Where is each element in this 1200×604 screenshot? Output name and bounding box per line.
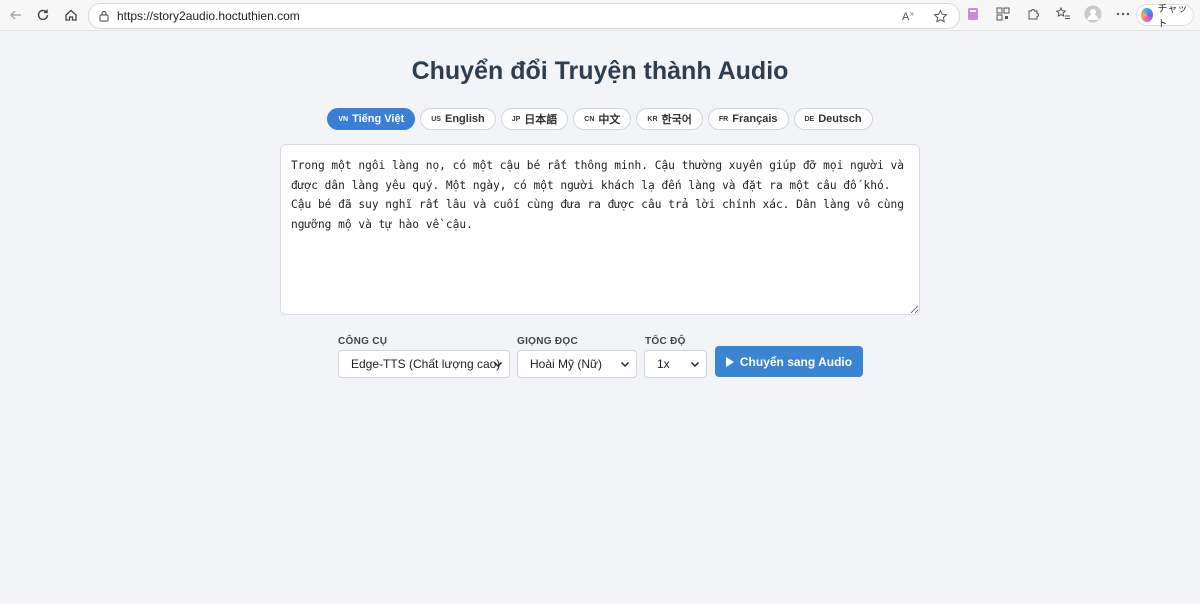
speed-label: TỐC ĐỘ <box>645 336 686 347</box>
lang-label: Français <box>732 113 778 125</box>
favorites-list-icon[interactable] <box>1054 5 1072 23</box>
flag-de-icon: DE <box>804 115 815 123</box>
convert-to-audio-button[interactable]: Chuyển sang Audio <box>715 346 863 377</box>
extension-book-icon[interactable] <box>964 5 982 23</box>
page-title: Chuyển đổi Truyện thành Audio <box>411 57 789 85</box>
flag-vn-icon: VN <box>338 115 349 123</box>
lang-button-zh[interactable]: CN 中文 <box>573 108 632 130</box>
lang-button-de[interactable]: DE Deutsch <box>793 108 873 130</box>
lock-icon[interactable] <box>97 9 111 23</box>
lang-label: Tiếng Việt <box>352 113 405 125</box>
chevron-down-icon <box>690 361 700 368</box>
svg-text:»: » <box>910 11 914 18</box>
copilot-chat-button[interactable]: チャット <box>1136 4 1194 30</box>
url-text[interactable]: https://story2audio.hoctuthien.com <box>117 9 300 23</box>
lang-label: 日本語 <box>524 114 558 126</box>
lang-label: 한국어 <box>661 114 692 126</box>
svg-text:A: A <box>902 11 910 23</box>
flag-cn-icon: CN <box>584 115 595 123</box>
chevron-down-icon <box>620 361 630 368</box>
copilot-icon <box>1141 8 1154 22</box>
lang-button-vi[interactable]: VN Tiếng Việt <box>327 108 416 130</box>
voice-select-value: Hoài Mỹ (Nữ) <box>530 357 603 371</box>
tool-select[interactable]: Edge-TTS (Chất lượng cao) <box>338 350 510 378</box>
lang-button-ja[interactable]: JP 日本語 <box>500 108 569 130</box>
refresh-icon[interactable] <box>32 4 54 26</box>
qr-code-icon[interactable] <box>994 5 1012 23</box>
voice-label: GIỌNG ĐỌC <box>517 336 579 347</box>
page-content: Chuyển đổi Truyện thành Audio VN Tiếng V… <box>2 31 1198 604</box>
speed-select-value: 1x <box>657 357 670 371</box>
back-icon[interactable] <box>5 4 27 26</box>
lang-label: 中文 <box>598 114 621 126</box>
read-aloud-icon[interactable]: A» <box>901 7 919 25</box>
flag-fr-icon: FR <box>718 115 729 123</box>
convert-button-label: Chuyển sang Audio <box>739 354 853 369</box>
extensions-puzzle-icon[interactable] <box>1024 5 1042 23</box>
favorite-star-icon[interactable] <box>931 7 949 25</box>
tool-label: CÔNG CỤ <box>338 336 388 347</box>
lang-button-en[interactable]: US English <box>420 108 496 130</box>
story-textarea[interactable]: Trong một ngôi làng nọ, có một cậu bé rấ… <box>280 144 920 315</box>
browser-toolbar: https://story2audio.hoctuthien.com A» チャ… <box>0 0 1200 31</box>
copilot-label: チャット <box>1157 4 1188 30</box>
flag-kr-icon: KR <box>647 115 658 123</box>
lang-label: English <box>444 113 485 125</box>
tool-select-value: Edge-TTS (Chất lượng cao) <box>351 357 501 371</box>
lang-label: Deutsch <box>818 113 862 125</box>
profile-avatar-icon[interactable] <box>1084 5 1102 23</box>
language-selector: VN Tiếng Việt US English JP 日本語 CN 中文 KR… <box>2 108 1198 130</box>
address-bar[interactable]: https://story2audio.hoctuthien.com A» <box>88 3 960 29</box>
home-icon[interactable] <box>60 4 82 26</box>
lang-button-fr[interactable]: FR Français <box>707 108 789 130</box>
play-icon <box>725 356 734 367</box>
voice-select[interactable]: Hoài Mỹ (Nữ) <box>517 350 637 378</box>
lang-button-ko[interactable]: KR 한국어 <box>636 108 703 130</box>
flag-jp-icon: JP <box>511 115 521 123</box>
flag-us-icon: US <box>431 115 441 123</box>
more-options-icon[interactable] <box>1114 5 1132 23</box>
chevron-down-icon <box>493 361 503 368</box>
speed-select[interactable]: 1x <box>644 350 707 378</box>
